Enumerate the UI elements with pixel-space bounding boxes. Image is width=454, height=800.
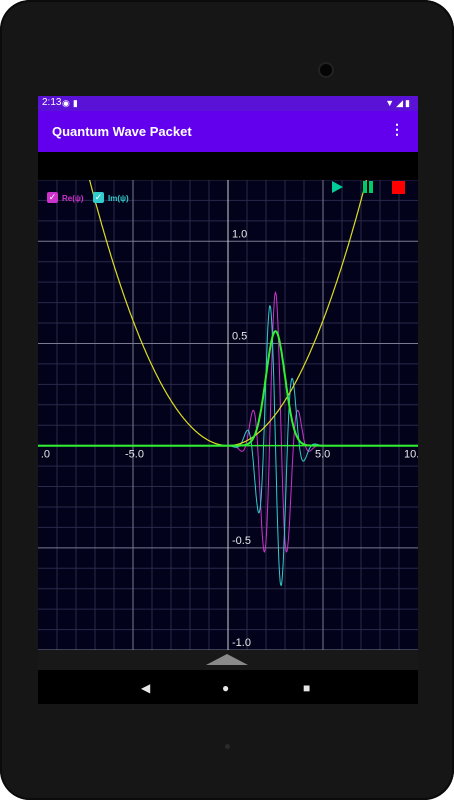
x-tick-label: 5.0 (315, 449, 330, 461)
wifi-icon: ▼ (385, 98, 397, 108)
y-tick-label: 1.0 (232, 228, 247, 240)
drawer-handle[interactable] (206, 654, 248, 665)
play-icon[interactable] (330, 180, 344, 194)
home-icon[interactable]: ● (222, 681, 229, 695)
battery-icon: ▮ (405, 98, 412, 108)
front-camera (320, 64, 332, 76)
more-vert-icon[interactable]: ⋮ (390, 121, 404, 138)
status-right-icons: ▼◢▮ (385, 98, 412, 109)
back-icon[interactable]: ◀ (141, 681, 150, 695)
app-bar: Quantum Wave Packet ⋮ (38, 111, 418, 152)
navigation-bar: ◀ ● ■ (38, 672, 418, 704)
wave-plot[interactable]: .0 -5.0 5.0 10. 1.0 0.5 -0.5 -1.0 ✓ Re(ψ) ✓ Im(… (38, 180, 418, 650)
notification-p-icon: ◉ (62, 98, 73, 108)
x-tick-label: 10. (404, 449, 418, 461)
signal-icon: ◢ (396, 98, 406, 108)
status-time: 2:13 (42, 97, 62, 108)
im-checkbox[interactable]: ✓ (93, 192, 104, 203)
status-left-icons: ◉▮ (62, 98, 81, 109)
light-sensor (225, 744, 230, 749)
pause-icon[interactable] (361, 180, 375, 194)
sd-card-icon: ▮ (72, 98, 81, 108)
plot-canvas: .0 -5.0 5.0 10. 1.0 0.5 -0.5 -1.0 (38, 180, 418, 650)
app-title: Quantum Wave Packet (52, 124, 192, 139)
status-bar: 2:13 ◉▮ ▼◢▮ (38, 96, 418, 111)
y-tick-label: -1.0 (232, 637, 251, 649)
stop-icon[interactable] (391, 180, 405, 194)
y-tick-label: 0.5 (232, 330, 247, 342)
tablet-device: 2:13 ◉▮ ▼◢▮ Quantum Wave Packet ⋮ .0 -5.0… (0, 0, 454, 800)
re-legend-label: Re(ψ) (62, 194, 84, 203)
screen: 2:13 ◉▮ ▼◢▮ Quantum Wave Packet ⋮ .0 -5.0… (38, 96, 418, 704)
re-checkbox[interactable]: ✓ (47, 192, 58, 203)
x-tick-label: -5.0 (125, 449, 144, 461)
x-tick-label: .0 (41, 449, 50, 461)
y-tick-label: -0.5 (232, 535, 251, 547)
recents-icon[interactable]: ■ (303, 681, 310, 695)
im-legend-label: Im(ψ) (108, 194, 129, 203)
